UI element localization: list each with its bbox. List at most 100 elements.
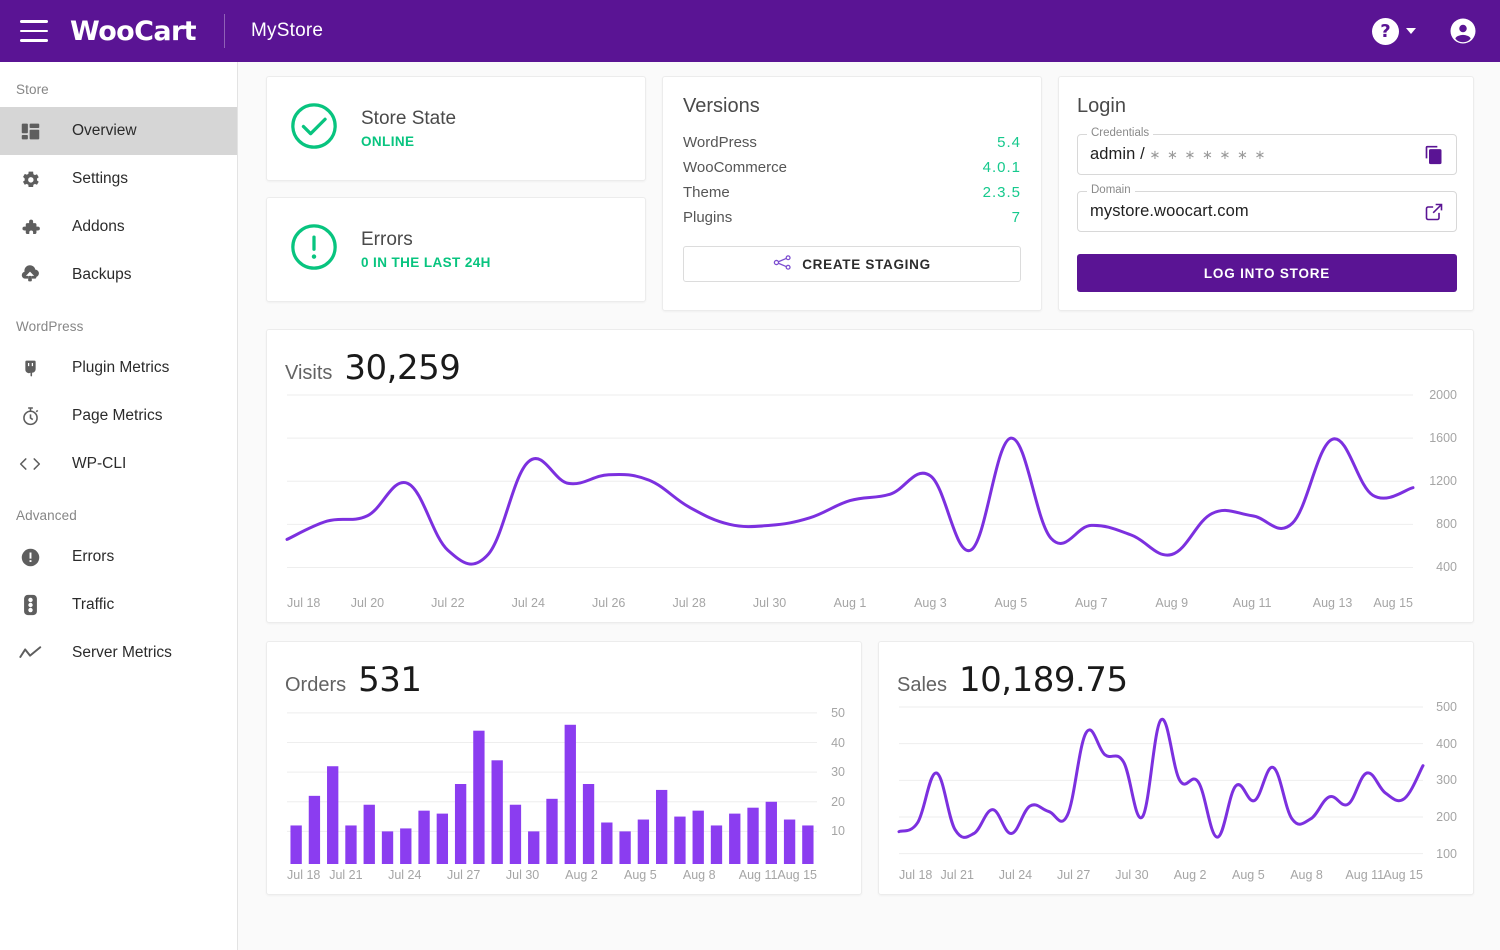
account-icon[interactable] (1448, 16, 1478, 46)
sidebar-item-page-metrics[interactable]: Page Metrics (0, 392, 237, 440)
alert-circle-icon (289, 222, 339, 277)
y-axis-tick-label: 2000 (1429, 388, 1457, 402)
y-axis-tick-label: 1200 (1429, 474, 1457, 489)
create-staging-label: CREATE STAGING (802, 256, 931, 272)
copy-icon[interactable] (1424, 145, 1444, 165)
bottom-charts-row: Orders 531 10 20 30 40 50 Jul 18 Jul 21 Jul 24… (266, 641, 1474, 895)
errors-value: 0 IN THE LAST 24H (361, 255, 491, 270)
store-state-value: ONLINE (361, 134, 415, 149)
sidebar-item-label: Traffic (72, 596, 115, 613)
domain-field[interactable]: Domain mystore.woocart.com (1077, 184, 1457, 232)
version-name: WordPress (683, 134, 757, 151)
sidebar-item-plugin-metrics[interactable]: Plugin Metrics (0, 344, 237, 392)
x-axis-tick-label: Jul 24 (388, 868, 422, 882)
sales-chart-card: Sales 10,189.75 100 200 300 400 500 Jul 18 Ju… (878, 641, 1474, 895)
credentials-value: admin / ∗ ∗ ∗ ∗ ∗ ∗ ∗ (1090, 145, 1424, 164)
versions-card: Versions WordPress 5.4 WooCommerce 4.0.1 The… (662, 76, 1042, 311)
chevron-down-icon (1406, 28, 1416, 34)
x-axis-tick-label: Aug 5 (1231, 868, 1265, 882)
domain-value: mystore.woocart.com (1090, 202, 1249, 220)
brand-logo[interactable]: WooCart (70, 16, 197, 47)
sidebar-item-settings[interactable]: Settings (0, 155, 237, 203)
help-menu[interactable]: ? (1372, 17, 1416, 45)
status-column: Store State ONLINE Errors 0 IN THE LAST … (266, 76, 646, 311)
orders-x-axis: Jul 18 Jul 21 Jul 24 Jul 27 Jul 30 Aug 2 Aug 5… (285, 864, 847, 886)
x-axis-tick-label: Jul 24 (998, 868, 1033, 882)
create-staging-button[interactable]: CREATE STAGING (683, 246, 1021, 282)
store-state-text: Store State ONLINE (361, 108, 456, 149)
x-axis-tick-label: Aug 13 (1312, 596, 1353, 610)
sidebar-item-overview[interactable]: Overview (0, 107, 237, 155)
sidebar-item-server-metrics[interactable]: Server Metrics (0, 629, 237, 677)
y-axis-tick-label: 500 (1436, 700, 1457, 714)
y-axis-tick-label: 200 (1436, 810, 1457, 824)
log-into-store-button[interactable]: LOG INTO STORE (1077, 254, 1457, 292)
x-axis-tick-label: Jul 30 (752, 596, 787, 610)
credentials-legend: Credentials (1087, 127, 1154, 139)
sidebar-section-advanced: Advanced (16, 508, 77, 523)
x-axis-tick-label: Jul 22 (431, 596, 465, 610)
sidebar-item-traffic[interactable]: Traffic (0, 581, 237, 629)
sidebar-item-label: Backups (72, 266, 132, 283)
orders-chart-card: Orders 531 10 20 30 40 50 Jul 18 Jul 21 Jul 24… (266, 641, 862, 895)
orders-chart-total: 531 (358, 660, 422, 700)
share-branch-icon (773, 255, 792, 273)
x-axis-tick-label: Aug 5 (623, 868, 657, 882)
x-axis-tick-label: Jul 30 (505, 868, 540, 882)
visits-x-axis: Jul 18 Jul 20 Jul 22 Jul 24 Jul 26 Jul 28 Jul … (285, 592, 1459, 614)
sales-chart-total: 10,189.75 (959, 660, 1128, 700)
y-axis-tick-label: 10 (831, 824, 845, 839)
credentials-field[interactable]: Credentials admin / ∗ ∗ ∗ ∗ ∗ ∗ ∗ (1077, 127, 1457, 175)
x-axis-tick-label: Aug 15 (1383, 868, 1423, 882)
sales-plot: 100 200 300 400 500 (897, 700, 1459, 864)
hamburger-icon[interactable] (20, 20, 48, 42)
sales-chart-label: Sales (897, 674, 948, 696)
credentials-password-mask: ∗ ∗ ∗ ∗ ∗ ∗ ∗ (1149, 147, 1268, 162)
y-axis-tick-label: 20 (831, 794, 845, 809)
x-axis-tick-label: Jul 30 (1115, 868, 1149, 882)
versions-title: Versions (683, 95, 760, 117)
code-icon (16, 455, 44, 473)
sidebar-item-label: WP-CLI (72, 455, 127, 472)
sidebar-section-wordpress: WordPress (16, 319, 84, 334)
y-axis-tick-label: 100 (1436, 846, 1457, 861)
x-axis-tick-label: Aug 8 (1290, 868, 1323, 882)
x-axis-tick-label: Jul 18 (287, 868, 321, 882)
x-axis-tick-label: Jul 27 (446, 868, 481, 882)
app-root: WooCart MyStore ? Store Overview Settings A… (0, 0, 1500, 950)
help-icon: ? (1372, 17, 1399, 45)
version-row: Plugins 7 (683, 205, 1021, 230)
x-axis-tick-label: Jul 24 (511, 596, 545, 610)
body: Store Overview Settings Addons Backups WordPr… (0, 62, 1500, 950)
store-state-title: Store State (361, 108, 457, 129)
version-name: WooCommerce (683, 159, 787, 176)
y-axis-tick-label: 1600 (1429, 431, 1457, 446)
x-axis-tick-label: Jul 18 (899, 868, 933, 882)
sidebar-item-label: Plugin Metrics (72, 359, 170, 376)
y-axis-tick-label: 400 (1436, 560, 1457, 575)
x-axis-tick-label: Jul 21 (940, 868, 974, 882)
x-axis-tick-label: Aug 1 (833, 596, 867, 610)
sales-x-axis: Jul 18 Jul 21 Jul 24 Jul 27 Jul 30 Aug 2 Aug 5… (897, 864, 1459, 886)
visits-chart-header: Visits 30,259 (285, 348, 1459, 388)
sidebar-item-label: Settings (72, 170, 129, 187)
y-axis-tick-label: 400 (1436, 736, 1457, 751)
visits-chart-label: Visits (285, 362, 333, 384)
store-name: MyStore (250, 20, 324, 41)
version-name: Theme (683, 184, 730, 201)
sidebar-item-backups[interactable]: Backups (0, 251, 237, 299)
sidebar-item-wp-cli[interactable]: WP-CLI (0, 440, 237, 488)
x-axis-tick-label: Aug 9 (1155, 596, 1189, 610)
traffic-light-icon (16, 594, 44, 616)
line-chart-icon (16, 645, 44, 661)
sidebar-item-errors[interactable]: Errors (0, 533, 237, 581)
login-card: Login Credentials admin / ∗ ∗ ∗ ∗ ∗ ∗ ∗ (1058, 76, 1474, 311)
alert-circle-icon (16, 547, 44, 568)
version-value: 5.4 (997, 134, 1021, 151)
y-axis-tick-label: 300 (1436, 773, 1457, 788)
versions-list: WordPress 5.4 WooCommerce 4.0.1 Theme 2.3.5 Pl… (683, 130, 1021, 230)
cloud-upload-icon (16, 264, 44, 286)
external-link-icon[interactable] (1424, 202, 1444, 222)
sidebar-item-addons[interactable]: Addons (0, 203, 237, 251)
x-axis-tick-label: Aug 5 (994, 596, 1028, 610)
